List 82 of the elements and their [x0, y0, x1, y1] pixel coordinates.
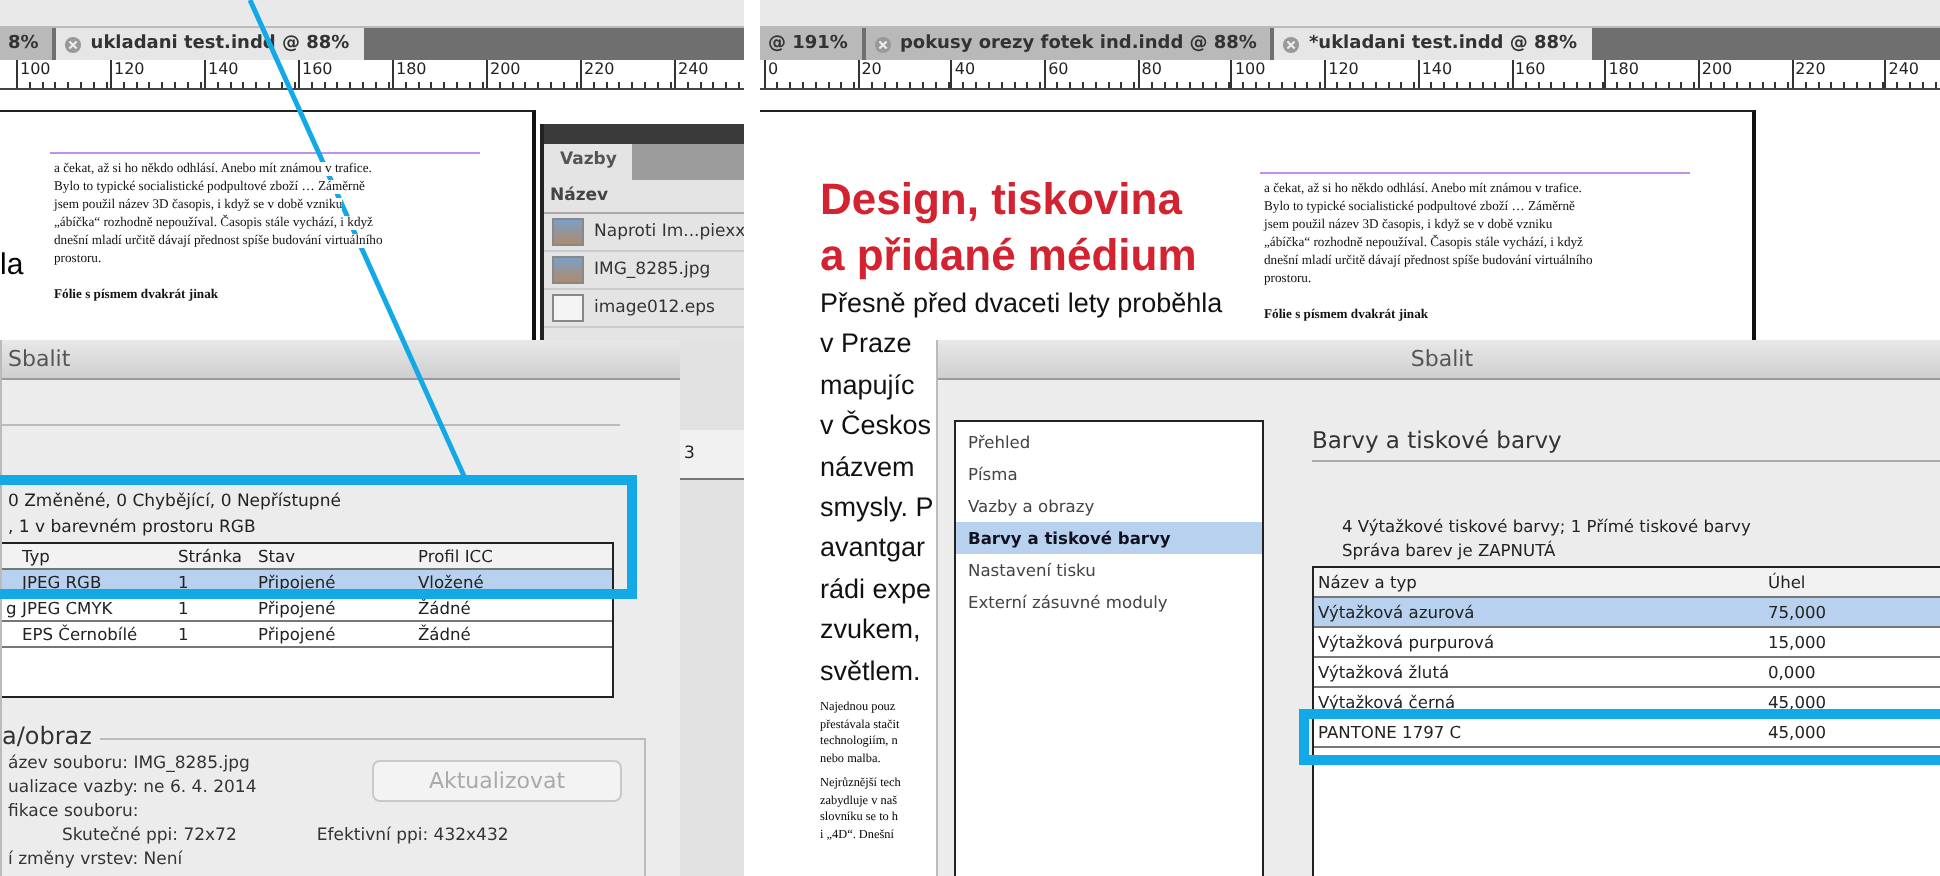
- category-item[interactable]: Barvy a tiskové barvy: [956, 522, 1262, 554]
- info-text: ualizace vazby: ne 6. 4. 2014: [6, 778, 257, 800]
- info-text: ázev souboru: IMG_8285.jpg: [6, 754, 250, 776]
- table-cell-text: Připojené: [256, 598, 338, 618]
- column-header: Stav: [256, 546, 298, 566]
- image-thumbnail: [552, 218, 584, 246]
- document-tab[interactable]: *ukladani test.indd @ 88%: [1274, 28, 1592, 60]
- column-header: Název a typ: [1316, 572, 1419, 592]
- document-tab[interactable]: pokusy orezy fotek ind.indd @ 88%: [865, 28, 1271, 60]
- table-row[interactable]: Výtažková purpurová 15,000: [1314, 628, 1940, 658]
- lead-text: rádi expe: [820, 571, 932, 608]
- lead-text: v Českos: [820, 408, 932, 445]
- headline: a přidané médium: [820, 228, 1197, 284]
- column-header: Stránka: [176, 546, 245, 566]
- image-thumbnail: [552, 256, 584, 284]
- table-cell-text: JPEG CMYK: [19, 598, 115, 618]
- table-cell-text: 0,000: [1766, 662, 1818, 682]
- heading-fragment: la: [0, 248, 24, 282]
- lead-text: Přesně před dvaceti lety proběhla: [820, 286, 1223, 322]
- table-cell-text: Připojené: [256, 572, 338, 592]
- table-cell-text: 1: [176, 598, 191, 618]
- table-cell-text: Výtažková azurová: [1316, 602, 1477, 622]
- table-cell-text: JPEG RGB: [20, 572, 104, 592]
- category-item[interactable]: Vazby a obrazy: [956, 490, 1262, 522]
- table-row[interactable]: Výtažková žlutá 0,000: [1314, 658, 1940, 688]
- category-item[interactable]: Přehled: [956, 426, 1262, 458]
- table-cell-text: Výtažková žlutá: [1316, 662, 1452, 682]
- table-cell-text: 15,000: [1766, 632, 1829, 652]
- table-cell-text: PANTONE 1797 C: [1316, 722, 1464, 742]
- table-cell-text: 45,000: [1766, 692, 1829, 712]
- table-cell-text: g: [4, 598, 18, 618]
- column-header: Název: [544, 180, 744, 214]
- info-text: Efektivní ppi: 432x432: [316, 826, 509, 848]
- lead-text: smysly. P: [820, 490, 934, 527]
- summary-text: 0 Změněné, 0 Chybějící, 0 Nepřístupné: [6, 490, 343, 516]
- section-title: Barvy a tiskové barvy: [1312, 426, 1940, 462]
- table-cell-text: Výtažková purpurová: [1316, 632, 1497, 652]
- dialog-title: Sbalit: [2, 340, 680, 380]
- ruler: 100 120 140 160 180 200 220 240: [0, 60, 744, 90]
- table-cell-text: 75,000: [1766, 602, 1829, 622]
- link-item[interactable]: IMG_8285.jpg: [544, 252, 744, 290]
- table-row[interactable]: Výtažková azurová 75,000: [1314, 598, 1940, 628]
- lead-text: v Praze: [820, 326, 912, 363]
- document-tab[interactable]: @ 191%: [760, 28, 862, 60]
- column-header: Úhel: [1766, 572, 1808, 592]
- table-cell-text: Žádné: [416, 598, 473, 618]
- table-cell-text: 1: [176, 572, 191, 592]
- category-item[interactable]: Externí zásuvné moduly: [956, 586, 1262, 618]
- lead-text: avantgar: [820, 530, 926, 567]
- column-header: Profil ICC: [416, 546, 495, 566]
- table-cell-text: 45,000: [1766, 722, 1829, 742]
- table-cell-text: Připojené: [256, 624, 338, 644]
- category-item[interactable]: Písma: [956, 458, 1262, 490]
- info-text: Skutečné ppi: 72x72: [62, 826, 237, 848]
- group-title: a/obraz: [2, 722, 100, 750]
- file-thumbnail: [552, 294, 584, 322]
- table-cell-text: Žádné: [416, 624, 473, 644]
- panel-tab[interactable]: Vazby: [544, 144, 633, 180]
- document-tab[interactable]: 8%: [0, 28, 53, 60]
- table-cell-text: 1: [176, 624, 191, 644]
- headline: Design, tiskovina: [820, 172, 1182, 228]
- close-icon[interactable]: [64, 35, 83, 53]
- info-text: 4 Výtažkové tiskové barvy; 1 Přímé tiskové barvy Správa barev je ZAPNUTÁ: [1340, 514, 1753, 562]
- table-cell-text: EPS Černobílé: [20, 624, 140, 644]
- summary-text: , 1 v barevném prostoru RGB: [6, 516, 258, 542]
- table-row[interactable]: EPS Černobílé 1 Připojené Žádné: [2, 622, 612, 648]
- table-cell-text: Vložené: [416, 572, 486, 592]
- close-icon[interactable]: [1282, 35, 1301, 53]
- info-text: í změny vrstev: Není: [6, 850, 183, 872]
- close-icon[interactable]: [873, 35, 892, 53]
- category-item[interactable]: Nastavení tisku: [956, 554, 1262, 586]
- lead-text: světlem.: [820, 653, 921, 690]
- info-text: fikace souboru:: [6, 802, 139, 824]
- panel-label: 3: [682, 444, 695, 464]
- link-item[interactable]: image012.eps: [544, 290, 744, 328]
- lead-text: názvem: [820, 449, 915, 486]
- lead-text: zvukem,: [820, 612, 921, 649]
- table-cell-text: Výtažková černá: [1316, 692, 1458, 712]
- lead-text: mapujíc: [820, 367, 915, 404]
- dialog-title: Sbalit: [938, 340, 1940, 380]
- ruler: 0 20 40 60 80 100 120 140 160 180 200 220 240: [760, 60, 1940, 90]
- column-header: Typ: [20, 546, 52, 566]
